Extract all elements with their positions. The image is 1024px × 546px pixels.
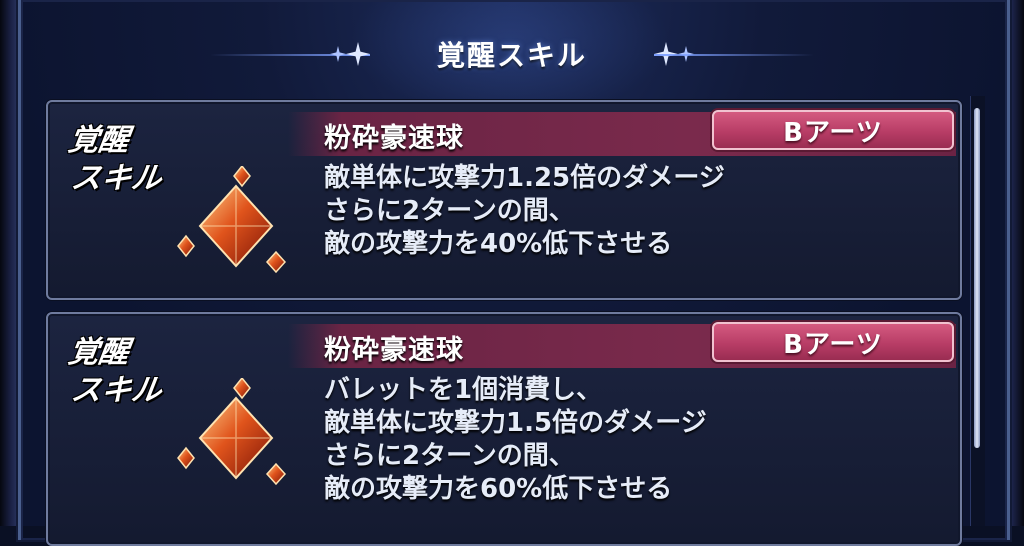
description-line: 敵単体に攻撃力1.5倍のダメージ: [324, 408, 707, 438]
panel-header: 覚醒スキル: [0, 28, 1024, 80]
description-line: 敵単体に攻撃力1.25倍のダメージ: [324, 163, 725, 193]
skill-panel-frame: 覚醒スキル 覚醒 スキル 粉砕豪速球 Bアーツ 敵単体に攻撃力1.25倍のダメー…: [0, 0, 1024, 546]
skill-card[interactable]: 覚醒 スキル 粉砕豪速球 Bアーツ バレットを1個消費し、 敵単体に攻撃力1.5…: [46, 312, 962, 546]
sparkle-icon: [346, 42, 370, 66]
skill-name: 粉砕豪速球: [324, 335, 464, 366]
skill-type-badge: Bアーツ: [712, 110, 954, 150]
red-crystal-gem-icon: [177, 166, 287, 274]
description-line: さらに2ターンの間、: [324, 196, 575, 226]
description-line: さらに2ターンの間、: [324, 441, 575, 471]
awaken-label-line1: 覚醒: [66, 335, 132, 370]
skill-type-badge: Bアーツ: [712, 322, 954, 362]
red-crystal-gem-icon: [177, 378, 287, 486]
skill-description: 敵単体に攻撃力1.25倍のダメージ さらに2ターンの間、 敵の攻撃力を40%低下…: [324, 162, 924, 261]
skill-name: 粉砕豪速球: [324, 123, 464, 154]
skill-description: バレットを1個消費し、 敵単体に攻撃力1.5倍のダメージ さらに2ターンの間、 …: [324, 374, 924, 506]
description-line: 敵の攻撃力を60%低下させる: [324, 474, 673, 504]
awaken-label-line1: 覚醒: [66, 123, 132, 158]
header-divider-right: [654, 54, 814, 56]
description-line: 敵の攻撃力を40%低下させる: [324, 229, 673, 259]
description-line: バレットを1個消費し、: [324, 375, 603, 405]
skill-card[interactable]: 覚醒 スキル 粉砕豪速球 Bアーツ 敵単体に攻撃力1.25倍のダメージ さらに2…: [46, 100, 962, 300]
page-title: 覚醒スキル: [436, 39, 587, 72]
scrollbar-thumb[interactable]: [974, 108, 980, 448]
sparkle-icon: [330, 46, 346, 62]
